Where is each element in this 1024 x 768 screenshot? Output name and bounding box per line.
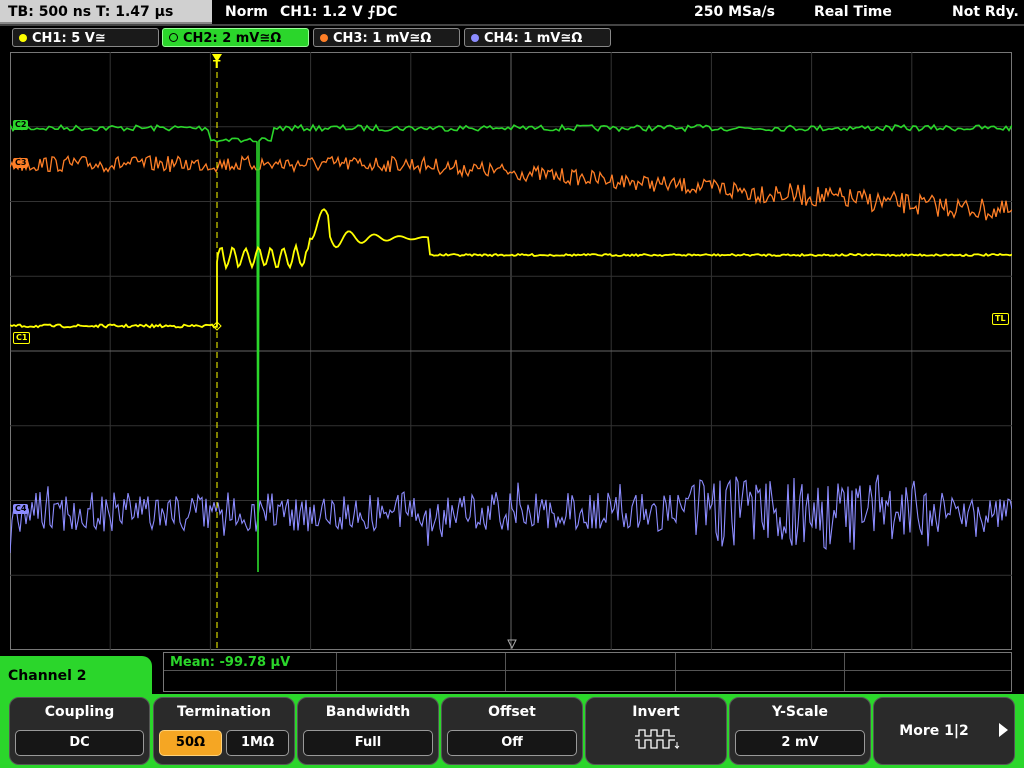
bandwidth-softkey[interactable]: Bandwidth Full [297, 697, 439, 765]
center-marker-icon [507, 639, 517, 650]
acquisition-mode[interactable]: Real Time [814, 0, 892, 24]
sample-rate: 250 MSa/s [694, 4, 776, 20]
ch2-dot-icon [169, 33, 178, 42]
ch4-dot-icon [471, 34, 479, 42]
ch3-label: CH3: 1 mV≅Ω [333, 31, 432, 46]
yscale-softkey[interactable]: Y-Scale 2 mV [729, 697, 871, 765]
status-bar: TB: 500 ns T: 1.47 µs Norm CH1: 1.2 V ⨍D… [0, 0, 1024, 26]
ch1-offset-marker[interactable]: C1 [13, 332, 31, 344]
ch2-offset-marker[interactable]: C2 [13, 120, 29, 130]
invert-waveform-icon [635, 729, 680, 750]
yscale-value-button[interactable]: 2 mV [735, 730, 865, 756]
trigger-info[interactable]: CH1: 1.2 V ⨍DC [280, 0, 397, 24]
ch1-label: CH1: 5 V≅ [32, 31, 106, 46]
termination-softkey[interactable]: Termination 50Ω 1MΩ [153, 697, 295, 765]
trigger-level-marker[interactable]: TL [992, 313, 1009, 325]
next-page-icon [999, 723, 1008, 737]
ch1-dot-icon [19, 34, 27, 42]
channel-menu-title: Channel 2 [0, 656, 152, 696]
trigger-mode[interactable]: Norm [225, 0, 268, 24]
tab-ch3[interactable]: CH3: 1 mV≅Ω [313, 28, 460, 47]
yscale-title: Y-Scale [771, 704, 828, 720]
meas-divider [164, 670, 1011, 671]
meas-divider [505, 653, 506, 691]
invert-softkey[interactable]: Invert [585, 697, 727, 765]
grid-lines [10, 52, 1012, 650]
trigger-t-label: T [213, 58, 221, 71]
ch3-offset-marker[interactable]: C3 [13, 158, 29, 168]
more-softkey[interactable]: More 1|2 [873, 697, 1015, 765]
invert-title: Invert [632, 704, 680, 720]
meas-divider [336, 653, 337, 691]
tab-ch4[interactable]: CH4: 1 mV≅Ω [464, 28, 611, 47]
mean-measurement: Mean: -99.78 µV [170, 655, 291, 670]
bandwidth-value-button[interactable]: Full [303, 730, 433, 756]
coupling-title: Coupling [44, 704, 115, 720]
more-label: More 1|2 [899, 723, 969, 739]
meas-divider [675, 653, 676, 691]
measurement-panel[interactable]: Mean: -99.78 µV [163, 652, 1012, 692]
timebase-text: TB: 500 ns T: 1.47 µs [8, 4, 174, 20]
acquisition-state: Not Rdy. [952, 4, 1019, 20]
ch3-dot-icon [320, 34, 328, 42]
waveform-display[interactable] [10, 52, 1012, 650]
termination-1mohm-button[interactable]: 1MΩ [226, 730, 289, 756]
termination-title: Termination [177, 704, 271, 720]
offset-softkey[interactable]: Offset Off [441, 697, 583, 765]
menu-title: Channel 2 [8, 668, 87, 684]
meas-divider [844, 653, 845, 691]
ch4-offset-marker[interactable]: C4 [13, 504, 29, 514]
offset-title: Offset [488, 704, 536, 720]
status-divider [0, 24, 1024, 26]
bandwidth-title: Bandwidth [325, 704, 411, 720]
ch4-label: CH4: 1 mV≅Ω [484, 31, 583, 46]
tab-ch1[interactable]: CH1: 5 V≅ [12, 28, 159, 47]
termination-50ohm-button[interactable]: 50Ω [159, 730, 222, 756]
tab-ch2[interactable]: CH2: 2 mV≅Ω [162, 28, 309, 47]
coupling-value-button[interactable]: DC [15, 730, 144, 756]
ch2-label: CH2: 2 mV≅Ω [183, 31, 282, 46]
coupling-softkey[interactable]: Coupling DC [9, 697, 150, 765]
offset-value-button[interactable]: Off [447, 730, 577, 756]
timebase-readout[interactable]: TB: 500 ns T: 1.47 µs [0, 0, 212, 24]
